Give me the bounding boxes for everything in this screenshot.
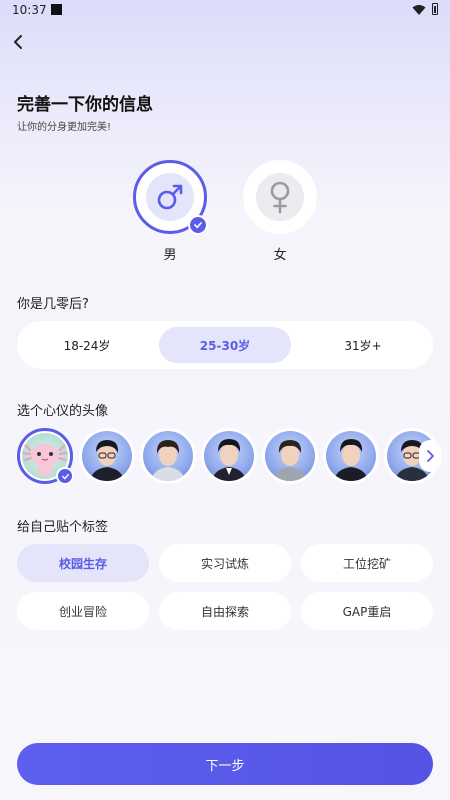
battery-icon: [432, 3, 438, 15]
age-selector: 18-24岁 25-30岁 31岁+: [17, 321, 433, 369]
age-option[interactable]: 31岁+: [297, 327, 429, 363]
tag-option[interactable]: 自由探索: [159, 592, 291, 630]
male-symbol-icon: [157, 184, 183, 210]
tag-option[interactable]: 实习试炼: [159, 544, 291, 582]
avatar-scroll-button[interactable]: [419, 440, 441, 472]
chevron-right-icon: [427, 450, 434, 462]
gender-label: 女: [273, 248, 287, 263]
avatar-question: 选个心仪的头像: [17, 404, 109, 419]
selected-check-icon: [188, 215, 208, 235]
person-avatar-icon: [334, 439, 368, 481]
avatar-option[interactable]: [323, 428, 379, 484]
status-bar: 10:37: [0, 0, 450, 22]
tag-option[interactable]: 创业冒险: [17, 592, 149, 630]
avatar-option[interactable]: [262, 428, 318, 484]
tag-option[interactable]: 工位挖矿: [301, 544, 433, 582]
gender-option-female[interactable]: 女: [243, 160, 317, 263]
female-symbol-icon: [270, 181, 290, 214]
wifi-icon: [412, 5, 426, 15]
gender-label: 男: [163, 248, 177, 263]
age-option[interactable]: 18-24岁: [21, 327, 153, 363]
avatar-option-axolotl[interactable]: [17, 428, 74, 485]
tag-option-selected[interactable]: 校园生存: [17, 544, 149, 582]
status-time: 10:37: [12, 3, 47, 17]
next-button[interactable]: 下一步: [17, 743, 433, 785]
page-title: 完善一下你的信息: [17, 95, 153, 115]
gender-option-male[interactable]: 男: [133, 160, 208, 263]
page-subtitle: 让你的分身更加完美!: [17, 122, 112, 133]
chevron-left-icon: [14, 35, 22, 49]
age-option-selected[interactable]: 25-30岁: [159, 327, 291, 363]
avatar-option[interactable]: [140, 428, 196, 484]
age-question: 你是几零后?: [17, 297, 89, 312]
selected-check-icon: [56, 467, 74, 485]
person-avatar-icon: [90, 440, 124, 481]
person-avatar-icon: [212, 439, 246, 481]
notification-icon: [51, 4, 62, 15]
tags-question: 给自己贴个标签: [17, 520, 109, 535]
gender-circle: [243, 160, 317, 234]
person-avatar-icon: [273, 440, 307, 481]
back-button[interactable]: [8, 30, 32, 54]
person-avatar-icon: [151, 440, 185, 481]
gender-circle: [133, 160, 208, 235]
avatar-option[interactable]: [79, 428, 135, 484]
avatar-option[interactable]: [201, 428, 257, 484]
tag-option[interactable]: GAP重启: [301, 592, 433, 630]
